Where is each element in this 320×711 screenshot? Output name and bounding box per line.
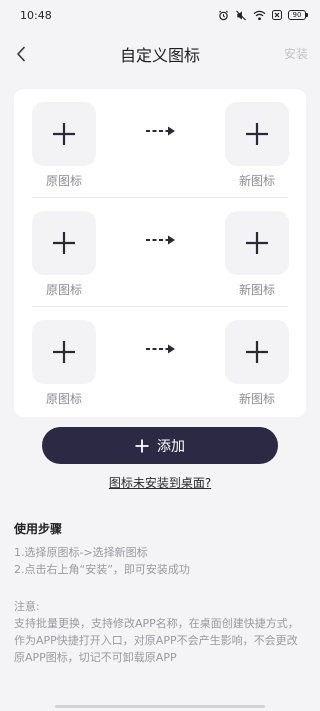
note-title: 注意:	[14, 600, 40, 613]
note-text: 支持批量更换，支持修改APP名称，在桌面创建快捷方式，作为APP快捷打开入口，对…	[14, 617, 299, 664]
back-button[interactable]	[8, 40, 34, 68]
home-indicator	[55, 705, 265, 708]
plus-icon	[246, 341, 268, 363]
status-time: 10:48	[20, 8, 52, 22]
dashed-arrow-icon	[146, 235, 175, 245]
add-button[interactable]: 添加	[42, 427, 278, 464]
new-icon-label: 新图标	[238, 392, 275, 406]
new-icon-picker[interactable]	[225, 102, 289, 166]
icon-pairs-card: 原图标 新图标 原图标 新图标 原图标 新图标	[14, 89, 306, 417]
dashed-arrow-icon	[146, 126, 175, 136]
plus-icon	[53, 341, 75, 363]
plus-icon	[53, 123, 75, 145]
step-item: 2.点击右上角“安装”，即可安装成功	[14, 563, 190, 576]
original-icon-label: 原图标	[45, 283, 82, 297]
status-icons: 90	[218, 10, 308, 21]
plus-icon	[53, 232, 75, 254]
icon-not-installed-help-link[interactable]: 图标未安装到桌面?	[0, 474, 320, 491]
add-button-label: 添加	[157, 438, 185, 455]
plus-icon	[246, 123, 268, 145]
battery-icon: 90	[288, 10, 308, 20]
icon-pair-row: 原图标 新图标	[14, 198, 306, 307]
icon-pair-row: 原图标 新图标	[14, 89, 306, 198]
dashed-arrow-icon	[146, 344, 175, 354]
mute-icon	[236, 10, 246, 20]
plus-icon	[246, 232, 268, 254]
new-icon-picker[interactable]	[225, 320, 289, 384]
new-icon-picker[interactable]	[225, 211, 289, 275]
plus-icon	[135, 439, 149, 452]
original-icon-label: 原图标	[45, 174, 82, 188]
original-icon-label: 原图标	[45, 392, 82, 406]
original-icon-picker[interactable]	[32, 211, 96, 275]
original-icon-picker[interactable]	[32, 102, 96, 166]
original-icon-picker[interactable]	[32, 320, 96, 384]
status-bar: 10:48 90	[0, 0, 320, 30]
page-title: 自定义图标	[119, 46, 200, 65]
new-icon-label: 新图标	[238, 174, 275, 188]
steps-list: 1.选择原图标->选择新图标 2.点击右上角“安装”，即可安装成功	[14, 544, 306, 578]
wifi-icon	[253, 10, 266, 20]
step-item: 1.选择原图标->选择新图标	[14, 546, 148, 559]
nav-bar: 自定义图标 安装	[0, 36, 320, 72]
install-button[interactable]: 安装	[284, 45, 308, 62]
icon-pair-row: 原图标 新图标	[14, 307, 306, 416]
chevron-left-icon	[17, 46, 25, 62]
new-icon-label: 新图标	[238, 283, 275, 297]
alarm-icon	[219, 10, 228, 20]
close-x-icon	[272, 10, 282, 20]
steps-title: 使用步骤	[14, 522, 63, 536]
